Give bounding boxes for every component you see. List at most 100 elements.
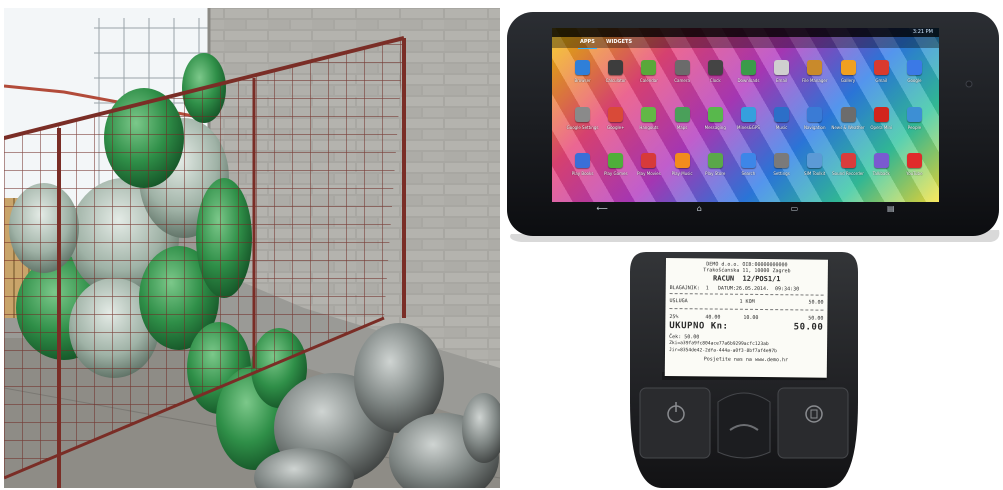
app-label: Gmail [875,78,888,83]
app-news-weather[interactable]: News & Weather [831,101,865,148]
app-label: Sound Recorder [832,171,864,177]
app-settings[interactable]: Settings [765,147,798,194]
app-label: Play Books [571,171,594,177]
app-messaging[interactable]: Messaging [699,101,732,148]
receipt-item-qty: 1 KOM [739,298,755,305]
app-label: Messaging [704,124,726,130]
play-movies-icon [641,153,657,169]
home-icon[interactable]: ⌂ [697,204,702,213]
navigation-icon [807,106,823,122]
app-gmail[interactable]: Gmail [865,54,898,101]
app-opera-mini[interactable]: Opera Mini [865,101,898,148]
app-label: Maps [676,124,688,130]
receipt-jir: Jir=8354de42-2dfa-444a-a0f3-8bf7af4e97b [669,348,777,355]
app-label: Play Store [705,171,726,177]
google-icon [608,106,624,122]
app-label: Mines&GPS [737,124,760,130]
sound-recorder-icon [840,153,856,169]
tab-apps[interactable]: APPS [578,37,597,49]
talkback-icon [873,153,889,169]
app-navigation[interactable]: Navigation [798,101,831,148]
app-label: Music [775,124,788,130]
app-sound-recorder[interactable]: Sound Recorder [831,147,864,194]
app-google[interactable]: Google+ [599,101,632,148]
app-google[interactable]: Google [898,54,931,101]
app-youtube[interactable]: YouTube [898,147,931,194]
app-label: Calculator [605,78,626,83]
clock-icon [707,60,723,75]
app-label: Settings [773,171,790,177]
app-label: Navigation [803,124,826,130]
app-label: Calendar [639,78,658,83]
app-play-books[interactable]: Play Books [566,147,599,194]
mines-gps-icon [740,106,756,122]
app-talkback[interactable]: Talkback [865,147,898,194]
status-time: 3:21 PM [912,29,933,35]
app-calculator[interactable]: Calculator [599,54,632,101]
navigation-bar: ⟵ ⌂ ▭ ▤ [552,202,939,214]
app-google-settings[interactable]: Google Settings [566,101,599,148]
app-clock[interactable]: Clock [699,54,732,101]
app-maps[interactable]: Maps [666,101,699,148]
app-label: Google+ [607,124,625,130]
app-sim-toolkit[interactable]: SIM Toolkit [798,147,831,194]
app-calendar[interactable]: Calendar [632,54,665,101]
app-drawer-tabs: APPS WIDGETS [552,37,939,49]
app-label: Opera Mini [870,124,893,130]
app-people[interactable]: People [898,101,931,148]
calendar-icon [641,60,657,75]
news-weather-icon [840,106,856,122]
app-label: News & Weather [831,124,865,130]
receipt-divider [669,293,824,296]
downloads-icon [740,60,756,75]
calculator-icon [608,60,624,75]
app-music[interactable]: Music [765,101,798,148]
app-search[interactable]: Search [732,147,765,194]
google-settings-icon [575,106,591,122]
app-gallery[interactable]: Gallery [831,54,864,101]
app-downloads[interactable]: Downloads [732,54,765,101]
app-label: Play Music [671,171,693,177]
app-play-games[interactable]: Play Games [599,147,632,194]
tab-widgets[interactable]: WIDGETS [604,37,634,48]
receipt-total-value: 50.00 [793,322,824,333]
email-icon [774,60,790,75]
settings-icon [774,153,790,169]
recent-apps-icon[interactable]: ▭ [791,204,799,213]
play-games-icon [608,153,624,169]
app-play-movies[interactable]: Play Movies [632,147,665,194]
receipt-printer-photo: DEMO d.o.o. OIB:00000000000 Trakošćanska… [626,252,862,488]
app-file-manager[interactable]: File Manager [798,54,831,101]
back-icon[interactable]: ⟵ [596,204,607,213]
play-books-icon [575,153,591,169]
cage-illustration [4,8,500,488]
sim-toolkit-icon [807,153,823,169]
music-icon [774,106,790,122]
play-store-icon [707,153,723,169]
menu-icon[interactable]: ▤ [887,204,895,213]
app-email[interactable]: Email [765,54,798,101]
app-label: People [907,124,922,130]
tablet-screen: 3:21 PM APPS WIDGETS Browser Calculator Ca… [552,28,939,202]
app-play-music[interactable]: Play Music [666,147,699,194]
opera-mini-icon [873,106,889,122]
receipt-tax-total: 50.00 [808,315,824,322]
app-label: Email [776,78,788,83]
app-browser[interactable]: Browser [566,54,599,101]
messaging-icon [707,106,723,122]
search-icon [740,153,756,169]
app-play-store[interactable]: Play Store [699,147,732,194]
recycling-cage-photo [4,8,500,488]
app-label: Clock [709,78,721,83]
gallery-icon [840,60,856,75]
app-label: Hangouts [639,124,659,130]
receipt-item-price: 50.00 [808,299,824,306]
app-camera[interactable]: Camera [666,54,699,101]
people-icon [906,106,922,122]
receipt-total-label: UKUPNO Kn: [669,321,729,332]
app-mines-gps[interactable]: Mines&GPS [732,101,765,148]
app-hangouts[interactable]: Hangouts [632,101,665,148]
receipt-divider [669,308,824,311]
youtube-icon [906,153,922,169]
app-label: YouTube [906,171,923,177]
